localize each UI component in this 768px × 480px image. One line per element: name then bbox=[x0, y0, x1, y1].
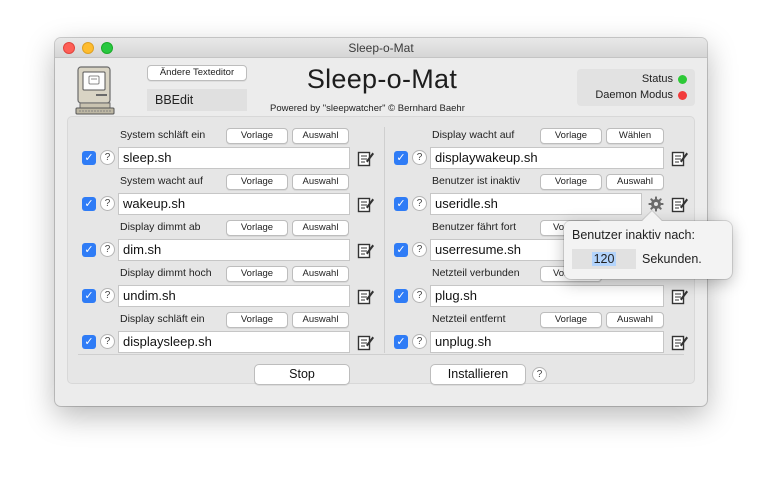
template-button[interactable]: Vorlage bbox=[226, 174, 288, 190]
rule-label: Display dimmt hoch bbox=[120, 267, 212, 279]
app-subtitle: Powered by "sleepwatcher" © Bernhard Bae… bbox=[270, 103, 465, 114]
select-button[interactable]: Auswahl bbox=[292, 220, 349, 236]
edit-script-icon[interactable] bbox=[357, 195, 375, 213]
enable-checkbox[interactable]: ✓ bbox=[82, 335, 96, 349]
rule-label: System wacht auf bbox=[120, 175, 203, 187]
rule-system-wake: System wacht auf Vorlage Auswahl ✓ ? wak… bbox=[68, 174, 384, 221]
template-button[interactable]: Vorlage bbox=[226, 266, 288, 282]
edit-script-icon[interactable] bbox=[671, 149, 689, 167]
enable-checkbox[interactable]: ✓ bbox=[82, 289, 96, 303]
enable-checkbox[interactable]: ✓ bbox=[82, 151, 96, 165]
script-field[interactable]: wakeup.sh bbox=[118, 193, 350, 215]
select-button[interactable]: Auswahl bbox=[606, 312, 664, 328]
popover-title: Benutzer inaktiv nach: bbox=[572, 228, 695, 242]
title-bar[interactable]: Sleep-o-Mat bbox=[55, 38, 707, 58]
help-button[interactable]: ? bbox=[412, 196, 427, 211]
rule-label: Display dimmt ab bbox=[120, 221, 201, 233]
status-box: Status Daemon Modus bbox=[577, 69, 695, 106]
window-title: Sleep-o-Mat bbox=[348, 41, 414, 55]
minimize-window-button[interactable] bbox=[82, 42, 94, 54]
help-button[interactable]: ? bbox=[412, 288, 427, 303]
rule-label: Netzteil entfernt bbox=[432, 313, 506, 325]
rule-label: System schläft ein bbox=[120, 129, 206, 141]
popover-unit: Sekunden. bbox=[642, 252, 702, 266]
enable-checkbox[interactable]: ✓ bbox=[82, 243, 96, 257]
rule-power-removed: Netzteil entfernt Vorlage Auswahl ✓ ? un… bbox=[378, 312, 696, 359]
select-button[interactable]: Auswahl bbox=[292, 174, 349, 190]
help-button[interactable]: ? bbox=[412, 242, 427, 257]
idle-seconds-field[interactable]: 120 bbox=[572, 249, 636, 269]
script-field[interactable]: undim.sh bbox=[118, 285, 350, 307]
edit-script-icon[interactable] bbox=[357, 333, 375, 351]
status-row: Status bbox=[642, 73, 687, 85]
help-button[interactable]: ? bbox=[100, 150, 115, 165]
rule-label: Benutzer ist inaktiv bbox=[432, 175, 521, 187]
stop-button[interactable]: Stop bbox=[254, 364, 350, 385]
daemon-label: Daemon Modus bbox=[595, 89, 673, 101]
enable-checkbox[interactable]: ✓ bbox=[394, 243, 408, 257]
edit-script-icon[interactable] bbox=[357, 287, 375, 305]
help-button[interactable]: ? bbox=[100, 288, 115, 303]
script-field[interactable]: sleep.sh bbox=[118, 147, 350, 169]
rule-label: Display wacht auf bbox=[432, 129, 515, 141]
script-field[interactable]: displaysleep.sh bbox=[118, 331, 350, 353]
daemon-indicator-dot bbox=[678, 90, 687, 100]
enable-checkbox[interactable]: ✓ bbox=[394, 151, 408, 165]
install-button[interactable]: Installieren bbox=[430, 364, 526, 385]
rule-label: Netzteil verbunden bbox=[432, 267, 520, 279]
edit-script-icon[interactable] bbox=[671, 195, 689, 213]
enable-checkbox[interactable]: ✓ bbox=[394, 289, 408, 303]
script-field[interactable]: dim.sh bbox=[118, 239, 350, 261]
status-indicator-dot bbox=[678, 74, 687, 84]
idle-time-popover: Benutzer inaktiv nach: 120 Sekunden. bbox=[564, 211, 732, 279]
help-button[interactable]: ? bbox=[100, 242, 115, 257]
help-button[interactable]: ? bbox=[412, 334, 427, 349]
rule-display-undim: Display dimmt hoch Vorlage Auswahl ✓ ? u… bbox=[68, 266, 384, 313]
template-button[interactable]: Vorlage bbox=[226, 220, 288, 236]
select-button[interactable]: Auswahl bbox=[292, 312, 349, 328]
rule-display-wake: Display wacht auf Vorlage Wählen ✓ ? dis… bbox=[378, 128, 696, 175]
zoom-window-button[interactable] bbox=[101, 42, 113, 54]
template-button[interactable]: Vorlage bbox=[540, 174, 602, 190]
help-button[interactable]: ? bbox=[100, 196, 115, 211]
status-label: Status bbox=[641, 73, 673, 85]
change-editor-button[interactable]: Ändere Texteditor bbox=[147, 65, 247, 81]
help-button[interactable]: ? bbox=[412, 150, 427, 165]
rule-display-sleep: Display schläft ein Vorlage Auswahl ✓ ? … bbox=[68, 312, 384, 359]
enable-checkbox[interactable]: ✓ bbox=[394, 335, 408, 349]
rule-label: Display schläft ein bbox=[120, 313, 205, 325]
edit-script-icon[interactable] bbox=[671, 287, 689, 305]
idle-seconds-value: 120 bbox=[591, 252, 617, 266]
script-field[interactable]: displaywakeup.sh bbox=[430, 147, 664, 169]
template-button[interactable]: Vorlage bbox=[540, 312, 602, 328]
editor-name-field: BBEdit bbox=[147, 89, 247, 111]
rule-system-sleep: System schläft ein Vorlage Auswahl ✓ ? s… bbox=[68, 128, 384, 175]
select-button[interactable]: Wählen bbox=[606, 128, 664, 144]
template-button[interactable]: Vorlage bbox=[226, 128, 288, 144]
rule-display-dim: Display dimmt ab Vorlage Auswahl ✓ ? dim… bbox=[68, 220, 384, 267]
edit-script-icon[interactable] bbox=[671, 333, 689, 351]
install-help-button[interactable]: ? bbox=[532, 367, 547, 382]
select-button[interactable]: Auswahl bbox=[292, 128, 349, 144]
classic-mac-icon bbox=[75, 66, 115, 115]
script-field[interactable]: plug.sh bbox=[430, 285, 664, 307]
template-button[interactable]: Vorlage bbox=[540, 128, 602, 144]
select-button[interactable]: Auswahl bbox=[606, 174, 664, 190]
edit-script-icon[interactable] bbox=[357, 241, 375, 259]
header: Ändere Texteditor BBEdit Sleep-o-Mat Pow… bbox=[55, 58, 707, 118]
window-controls bbox=[63, 42, 113, 54]
enable-checkbox[interactable]: ✓ bbox=[394, 197, 408, 211]
edit-script-icon[interactable] bbox=[357, 149, 375, 167]
script-field[interactable]: unplug.sh bbox=[430, 331, 664, 353]
help-button[interactable]: ? bbox=[100, 334, 115, 349]
template-button[interactable]: Vorlage bbox=[226, 312, 288, 328]
select-button[interactable]: Auswahl bbox=[292, 266, 349, 282]
daemon-row: Daemon Modus bbox=[595, 89, 687, 101]
app-title: Sleep-o-Mat bbox=[306, 64, 458, 94]
gear-icon[interactable] bbox=[648, 196, 664, 212]
rule-label: Benutzer fährt fort bbox=[432, 221, 517, 233]
script-field[interactable]: useridle.sh bbox=[430, 193, 642, 215]
enable-checkbox[interactable]: ✓ bbox=[82, 197, 96, 211]
close-window-button[interactable] bbox=[63, 42, 75, 54]
